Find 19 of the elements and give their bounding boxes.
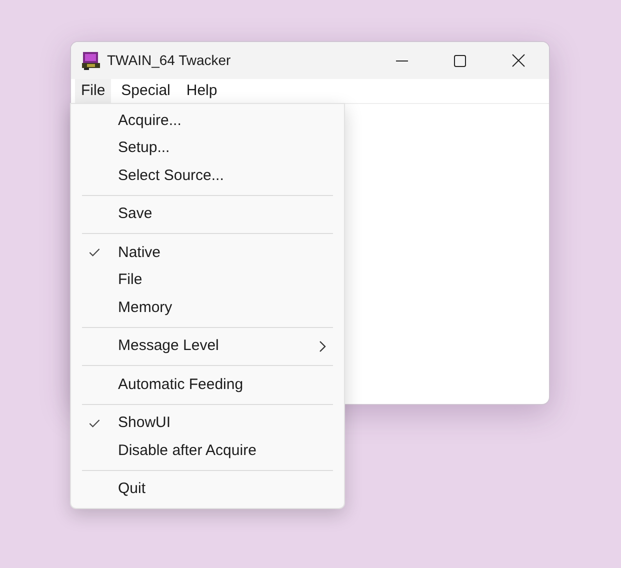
menu-item[interactable]: Quit [71, 476, 344, 503]
menu-item[interactable]: Native [71, 239, 344, 266]
maximize-icon [454, 54, 466, 66]
menu-bar-item[interactable]: File [75, 79, 112, 103]
menu-bar-item[interactable]: Help [180, 79, 224, 103]
menu-item[interactable]: Setup... [71, 134, 344, 162]
menu-item[interactable]: Memory [71, 294, 344, 322]
app-icon [81, 50, 101, 70]
menu-item[interactable]: File [71, 266, 344, 294]
menu-bar-item[interactable]: Special [115, 79, 176, 103]
close-icon [512, 54, 524, 67]
menu-item[interactable]: Message Level [71, 332, 344, 360]
menu-item[interactable]: Automatic Feeding [71, 371, 344, 398]
menu-item[interactable]: Select Source... [71, 162, 344, 190]
menu-item[interactable]: Acquire... [71, 107, 344, 134]
menu-item[interactable]: Disable after Acquire [71, 437, 344, 464]
window-title: TWAIN_64 Twacker [107, 51, 231, 70]
menu-item[interactable]: Save [71, 200, 344, 228]
menu-item[interactable]: ShowUI [71, 410, 344, 437]
